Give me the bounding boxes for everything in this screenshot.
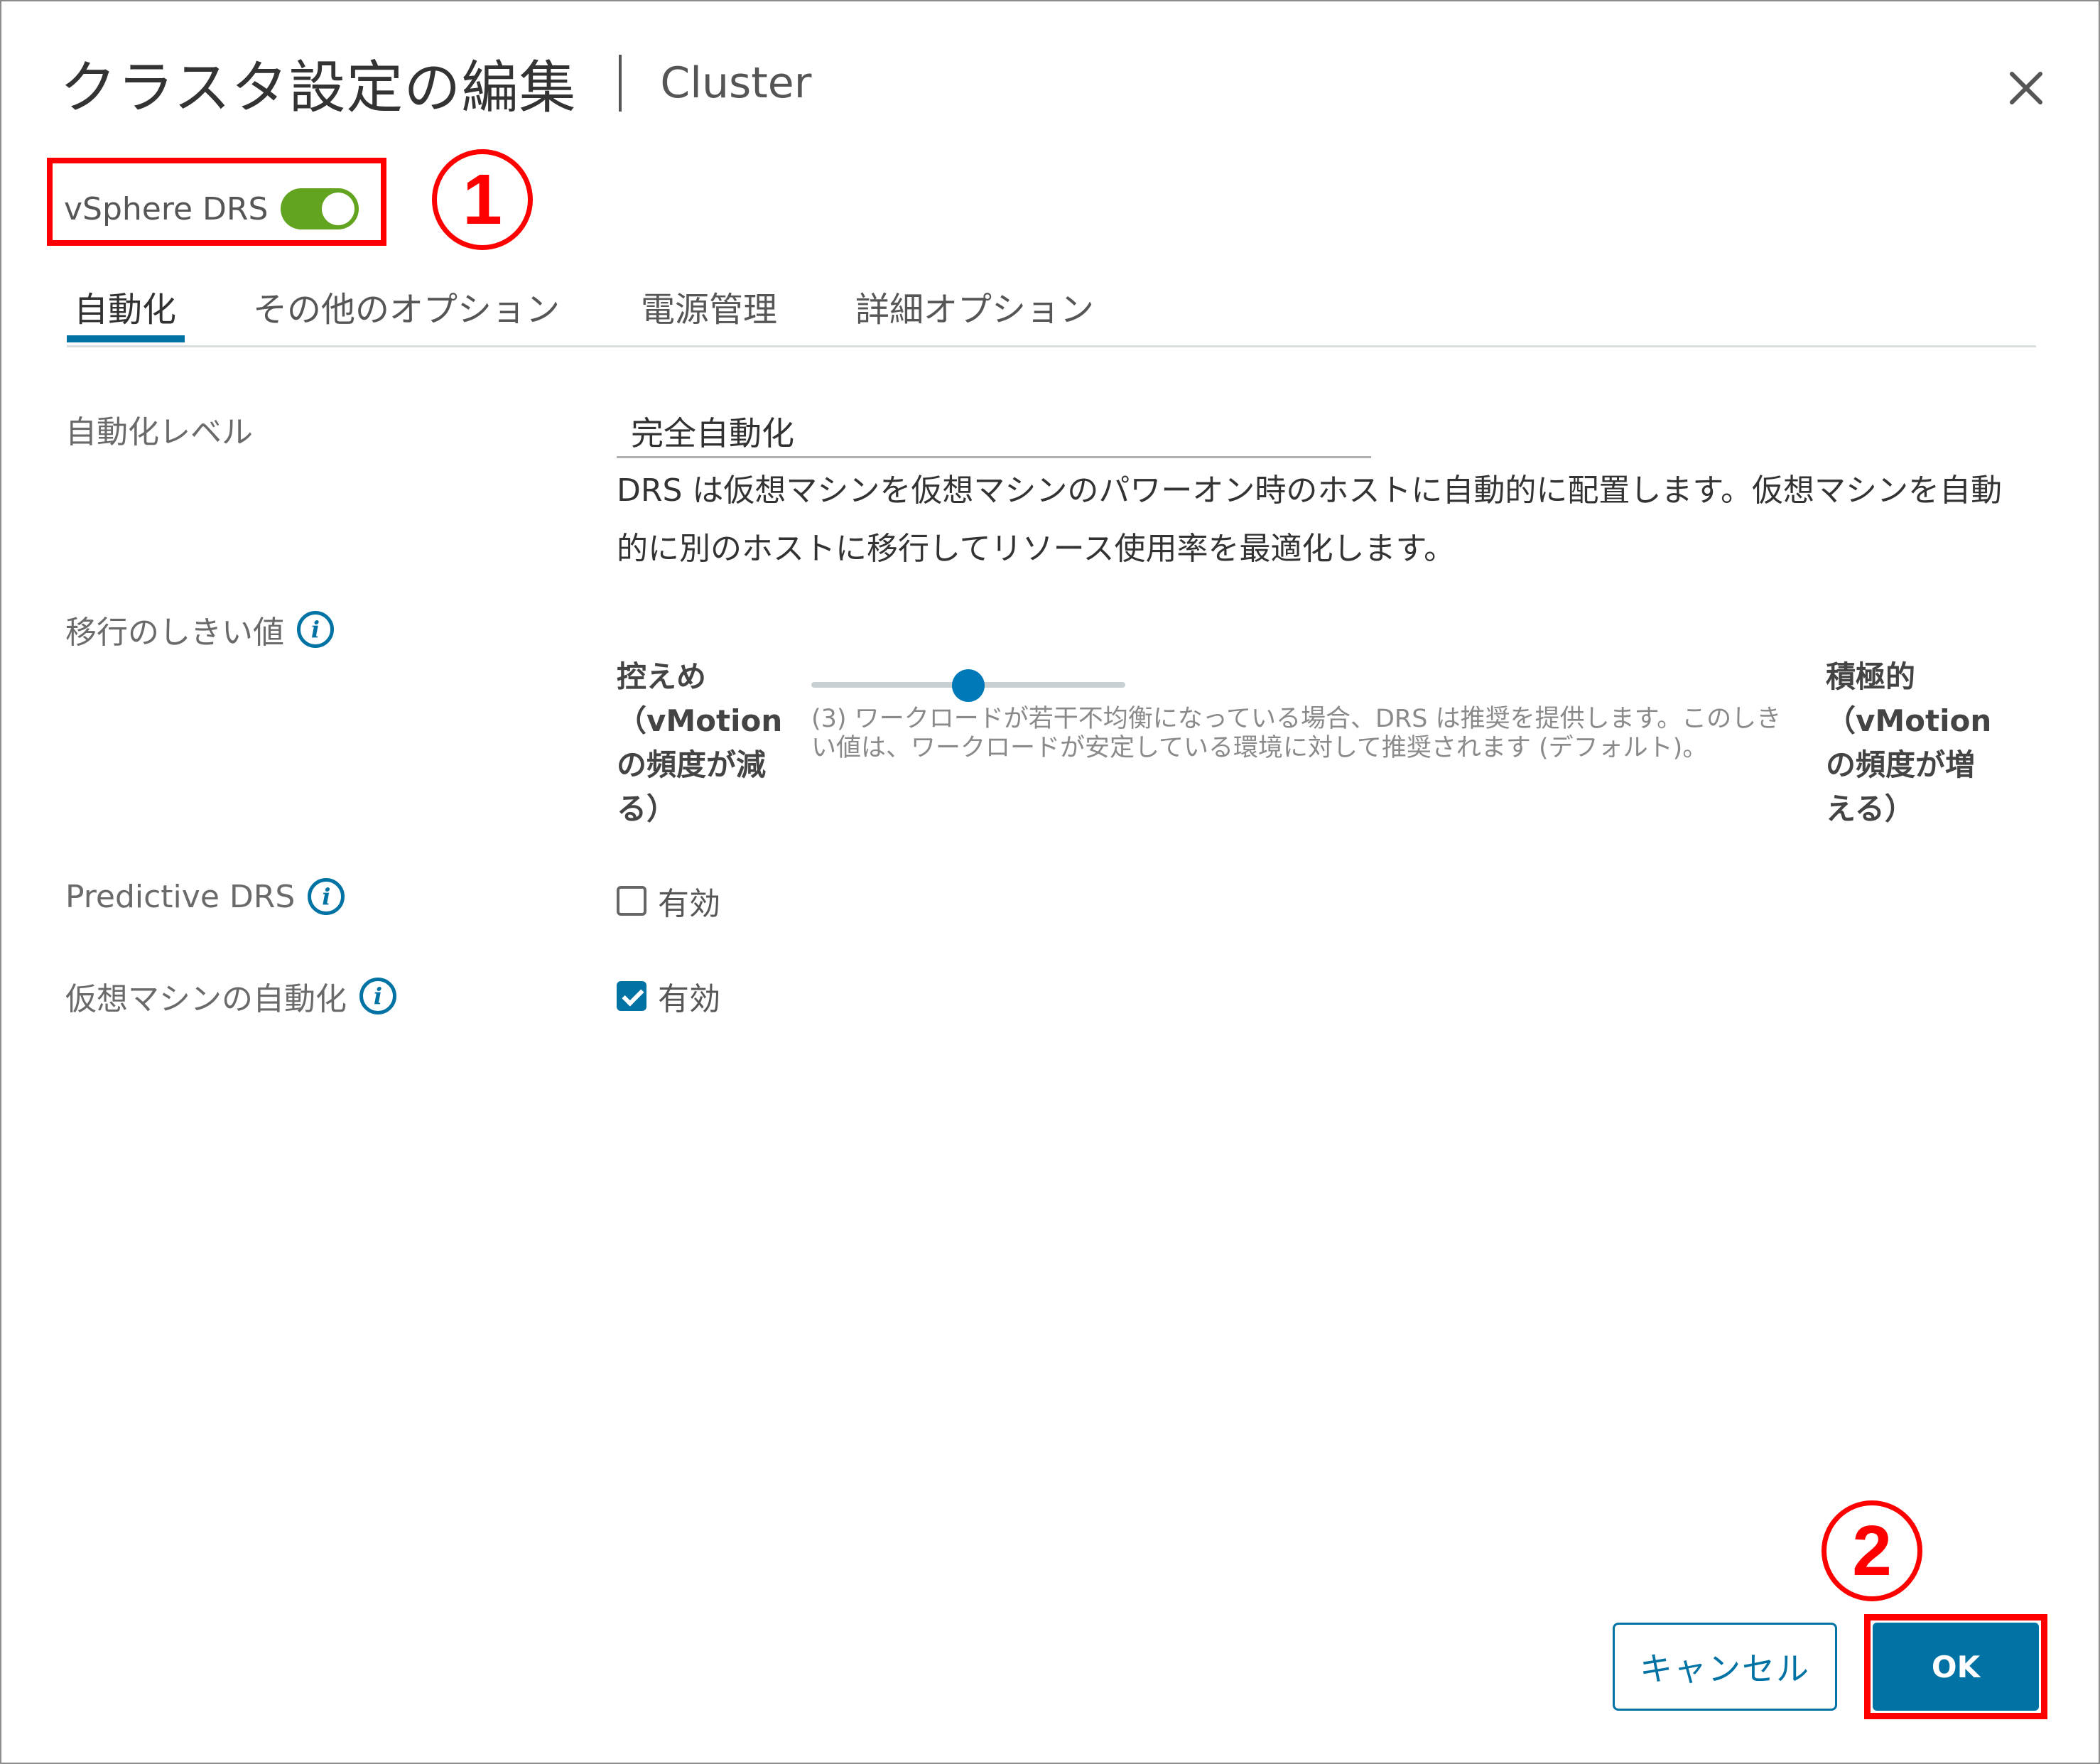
tab-bar: 自動化 その他のオプション 電源管理 詳細オプション bbox=[67, 271, 2036, 347]
migration-threshold-description: (3) ワークロードが若干不均衡になっている場合、DRS は推奨を提供します。こ… bbox=[811, 705, 1782, 762]
info-icon[interactable]: i bbox=[297, 611, 334, 648]
predictive-drs-row: Predictive DRS i bbox=[65, 878, 345, 915]
tab-automation[interactable]: 自動化 bbox=[74, 281, 176, 331]
cancel-button[interactable]: キャンセル bbox=[1613, 1623, 1837, 1711]
annotation-marker-2: 2 bbox=[1822, 1500, 1922, 1601]
automation-level-description: DRS は仮想マシンを仮想マシンのパワーオン時のホストに自動的に配置します。仮想… bbox=[617, 472, 2002, 567]
automation-level-label: 自動化レベル bbox=[65, 414, 253, 450]
migration-threshold-slider-thumb[interactable] bbox=[952, 669, 985, 702]
dialog-subtitle: Cluster bbox=[660, 58, 812, 108]
close-icon[interactable] bbox=[2005, 67, 2047, 109]
tab-power-management[interactable]: 電源管理 bbox=[641, 281, 777, 331]
automation-level-value: 完全自動化 bbox=[631, 414, 794, 453]
active-tab-indicator bbox=[67, 335, 185, 342]
predictive-drs-checkbox[interactable] bbox=[617, 886, 646, 916]
ok-button[interactable]: OK bbox=[1873, 1623, 2039, 1711]
vm-automation-row: 仮想マシンの自動化 i bbox=[65, 973, 396, 1019]
edit-cluster-settings-dialog: クラスタ設定の編集 Cluster vSphere DRS 1 自動化 その他の… bbox=[0, 0, 2100, 1764]
vm-automation-label: 仮想マシンの自動化 bbox=[65, 981, 347, 1017]
migration-threshold-row: 移行のしきい値 i bbox=[65, 607, 334, 652]
info-icon[interactable]: i bbox=[359, 978, 396, 1014]
tab-other-options[interactable]: その他のオプション bbox=[253, 281, 560, 331]
dialog-title: クラスタ設定の編集 bbox=[60, 55, 577, 121]
dialog-header: クラスタ設定の編集 Cluster bbox=[60, 44, 811, 122]
info-icon[interactable]: i bbox=[308, 878, 345, 915]
vm-automation-checkbox[interactable] bbox=[617, 981, 646, 1011]
annotation-marker-1: 1 bbox=[432, 149, 533, 250]
vm-automation-checkbox-label: 有効 bbox=[658, 981, 720, 1017]
slider-conservative-label: 控えめ（vMotionの頻度が減る） bbox=[617, 659, 783, 826]
predictive-drs-checkbox-row[interactable]: 有効 bbox=[617, 878, 720, 924]
tab-advanced-options[interactable]: 詳細オプション bbox=[855, 281, 1094, 331]
predictive-drs-checkbox-label: 有効 bbox=[658, 886, 720, 922]
predictive-drs-label: Predictive DRS bbox=[65, 878, 296, 915]
annotation-highlight-box-1 bbox=[47, 158, 386, 246]
automation-level-select[interactable]: 完全自動化 bbox=[617, 404, 1371, 458]
migration-threshold-label: 移行のしきい値 bbox=[65, 615, 284, 651]
title-separator bbox=[619, 55, 622, 112]
vm-automation-checkbox-row[interactable]: 有効 bbox=[617, 973, 720, 1019]
slider-aggressive-label: 積極的（vMotionの頻度が増える） bbox=[1826, 659, 1992, 826]
